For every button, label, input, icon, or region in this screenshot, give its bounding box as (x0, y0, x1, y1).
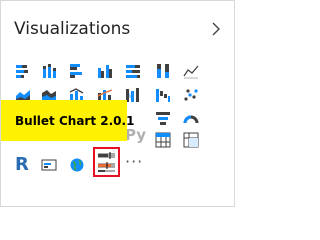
stacked-column-chart-icon[interactable] (41, 63, 57, 79)
tooltip-text: Bullet Chart 2.0.1 (15, 113, 135, 128)
globe-icon[interactable] (69, 157, 85, 173)
key-influencers-icon[interactable] (41, 157, 57, 173)
stacked-bar-chart-icon[interactable] (15, 63, 31, 79)
more-visuals-icon[interactable]: ··· (125, 152, 143, 171)
python-visual-label[interactable]: Py (125, 126, 146, 144)
bullet-chart-icon[interactable] (93, 147, 120, 177)
100-stacked-column-chart-icon[interactable] (155, 63, 171, 79)
table-icon[interactable] (155, 132, 171, 148)
chevron-right-icon[interactable] (208, 19, 224, 39)
funnel-icon[interactable] (155, 110, 171, 126)
pane-title: Visualizations (14, 19, 131, 39)
ribbon-chart-icon[interactable] (125, 87, 141, 103)
r-script-visual-icon[interactable]: R (15, 154, 29, 175)
matrix-icon[interactable] (183, 132, 199, 148)
clustered-bar-chart-icon[interactable] (69, 63, 85, 79)
scatter-chart-icon[interactable] (183, 87, 199, 103)
clustered-column-chart-icon[interactable] (97, 63, 113, 79)
visualizations-pane: Visualizations Py R ··· Bullet Chart 2.0… (0, 0, 235, 207)
visual-tooltip: Bullet Chart 2.0.1 (1, 100, 134, 141)
line-chart-icon[interactable] (183, 63, 199, 79)
100-stacked-bar-chart-icon[interactable] (125, 63, 141, 79)
waterfall-chart-icon[interactable] (155, 87, 171, 103)
gauge-icon[interactable] (183, 110, 199, 126)
